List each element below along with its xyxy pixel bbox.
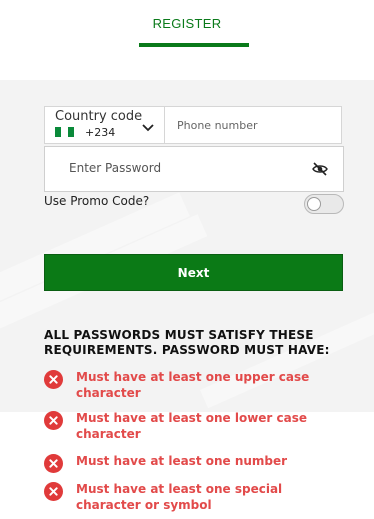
requirements-title: ALL PASSWORDS MUST SATISFY THESE REQUIRE… [44, 328, 330, 357]
phone-number-input[interactable]: Phone number [177, 119, 258, 132]
toggle-knob [307, 197, 321, 211]
phone-input-group: Country code +234 Phone number [44, 106, 342, 144]
requirement-text: Must have at least one special character… [76, 482, 283, 512]
header: REGISTER [0, 0, 374, 80]
password-field[interactable]: Enter Password [44, 146, 344, 192]
requirement-text: Must have at least one upper case charac… [76, 370, 310, 400]
password-placeholder: Enter Password [69, 161, 162, 175]
next-button[interactable]: Next [44, 254, 343, 291]
promo-code-toggle[interactable] [304, 194, 344, 214]
tab-register[interactable]: REGISTER [0, 16, 374, 31]
error-x-icon [44, 454, 63, 473]
error-x-icon [44, 482, 63, 501]
country-code-label: Country code [55, 109, 143, 124]
dial-code: +234 [85, 126, 116, 139]
promo-code-label: Use Promo Code? [44, 194, 150, 208]
requirement-text: Must have at least one lower case charac… [76, 411, 308, 441]
error-x-icon [44, 411, 63, 430]
requirement-text: Must have at least one number [76, 454, 288, 468]
eye-slash-icon[interactable] [312, 162, 328, 176]
country-code-select[interactable]: Country code +234 [45, 107, 165, 143]
error-x-icon [44, 370, 63, 389]
nigeria-flag-icon [55, 127, 74, 137]
chevron-down-icon [142, 124, 154, 132]
tab-active-indicator [139, 43, 249, 47]
